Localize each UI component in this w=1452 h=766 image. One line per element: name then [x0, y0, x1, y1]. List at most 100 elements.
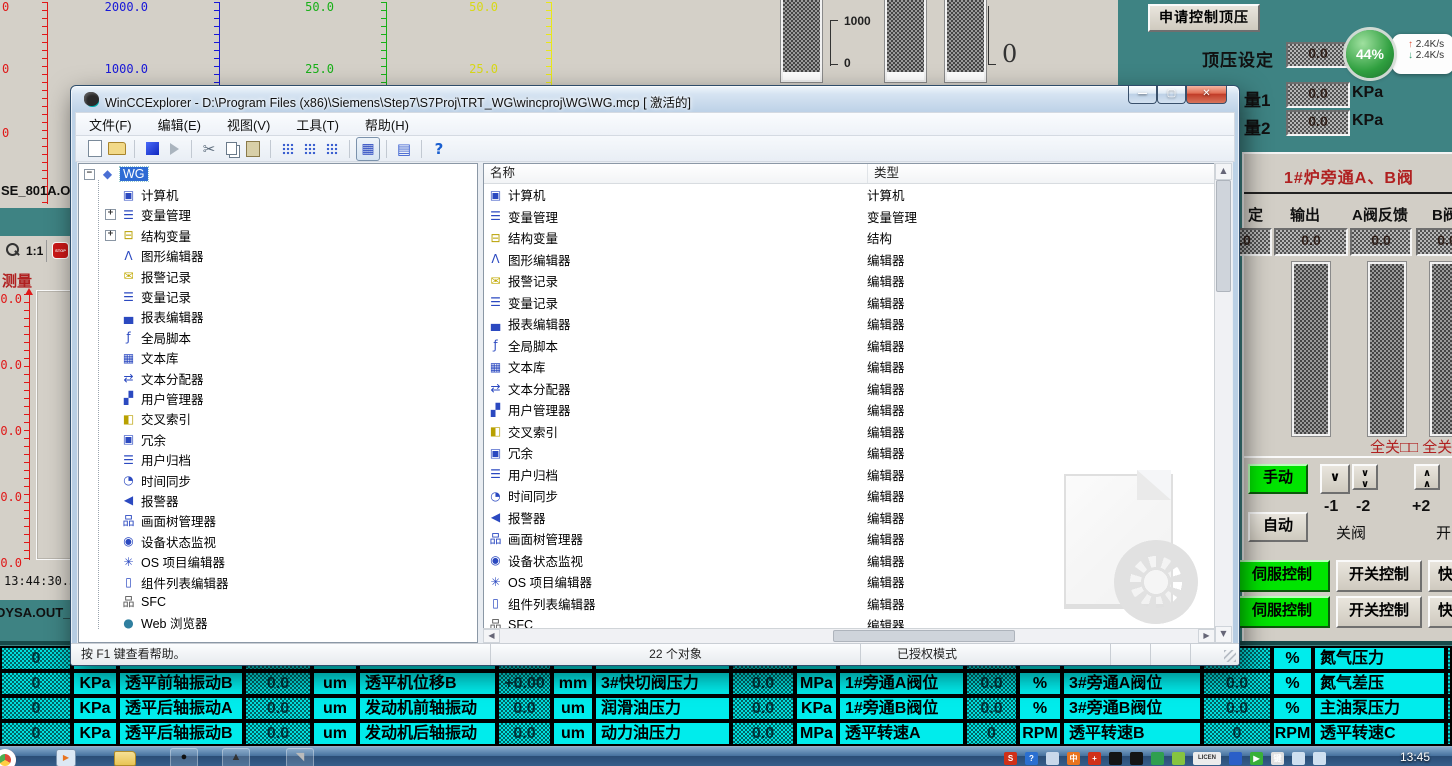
- graphics-app-button[interactable]: ▲: [222, 748, 250, 766]
- play-icon[interactable]: [163, 139, 185, 159]
- scroll-up-icon[interactable]: ▲: [1215, 163, 1232, 180]
- network-tray-icon[interactable]: [1313, 752, 1326, 765]
- list-row-7[interactable]: ƒ全局脚本编辑器: [484, 335, 1214, 357]
- tree-item-15[interactable]: ◀报警器: [79, 490, 477, 510]
- chrome-icon[interactable]: [0, 749, 16, 766]
- list-row-4[interactable]: ✉报警记录编辑器: [484, 270, 1214, 292]
- close-button[interactable]: ✕: [1186, 86, 1227, 104]
- tree-item-1[interactable]: +☰变量管理: [79, 205, 477, 225]
- license-tray-icon[interactable]: LICEN: [1193, 752, 1221, 765]
- fast-open-button-2[interactable]: 快开: [1428, 596, 1452, 628]
- media-player-icon[interactable]: ▶: [56, 749, 76, 766]
- scroll-left-icon[interactable]: ◀: [483, 629, 500, 643]
- nav-tray-icon[interactable]: [1172, 752, 1185, 765]
- request-top-pressure-button[interactable]: 申请控制顶压: [1148, 4, 1260, 32]
- list-header[interactable]: 名称 类型: [484, 164, 1214, 184]
- properties-icon[interactable]: ▤: [393, 139, 415, 159]
- help-tray-icon[interactable]: ?: [1025, 752, 1038, 765]
- play-tray-icon[interactable]: ▶: [1250, 752, 1263, 765]
- list-row-5[interactable]: ☰变量记录编辑器: [484, 292, 1214, 314]
- switch-control-button-2[interactable]: 开关控制: [1336, 596, 1422, 628]
- list-row-8[interactable]: ▦文本库编辑器: [484, 356, 1214, 378]
- column-header-type[interactable]: 类型: [868, 164, 1214, 183]
- star-tray-icon[interactable]: +: [1088, 752, 1101, 765]
- cascade-icon[interactable]: [277, 139, 299, 159]
- tree-item-14[interactable]: ◔时间同步: [79, 470, 477, 490]
- copy-icon[interactable]: [220, 139, 242, 159]
- page-app-button[interactable]: ◥: [286, 748, 314, 766]
- tree-item-10[interactable]: ▞用户管理器: [79, 388, 477, 408]
- tree-item-12[interactable]: ▣冗余: [79, 429, 477, 449]
- tree-item-7[interactable]: ƒ全局脚本: [79, 327, 477, 347]
- tree-item-21[interactable]: ●Web 浏览器: [79, 613, 477, 633]
- grid-view-icon[interactable]: ▦: [356, 137, 380, 161]
- fast-open-button-1[interactable]: 快开: [1428, 560, 1452, 592]
- menu-item-4[interactable]: 帮助(H): [352, 115, 422, 134]
- tree-item-5[interactable]: ☰变量记录: [79, 286, 477, 306]
- tree-item-2[interactable]: +⊟结构变量: [79, 225, 477, 245]
- folder-icon[interactable]: [114, 751, 136, 766]
- wincc-app-button[interactable]: ●: [170, 748, 198, 766]
- menu-item-2[interactable]: 视图(V): [214, 115, 283, 134]
- new-icon[interactable]: [84, 139, 106, 159]
- maximize-button[interactable]: ▢: [1157, 86, 1186, 104]
- list-row-0[interactable]: ▣计算机计算机: [484, 184, 1214, 206]
- tree-item-0[interactable]: ▣计算机: [79, 184, 477, 204]
- qq-tray-icon[interactable]: [1109, 752, 1122, 765]
- tree-item-20[interactable]: 品SFC: [79, 592, 477, 612]
- vscroll-thumb[interactable]: [1216, 180, 1231, 292]
- horizontal-scrollbar[interactable]: ◀ ▶: [483, 628, 1215, 643]
- step-down2-button[interactable]: ∨∨: [1352, 464, 1378, 490]
- list-row-10[interactable]: ▞用户管理器编辑器: [484, 399, 1214, 421]
- details-icon[interactable]: [321, 139, 343, 159]
- vertical-scrollbar[interactable]: ▲ ▼: [1214, 163, 1232, 643]
- minimize-button[interactable]: —: [1128, 86, 1157, 104]
- cut-icon[interactable]: ✂: [198, 139, 220, 159]
- tree-item-root[interactable]: −◆WG: [79, 164, 477, 184]
- tree-item-4[interactable]: ✉报警记录: [79, 266, 477, 286]
- open-icon[interactable]: [106, 139, 128, 159]
- taskbar-clock[interactable]: 13:45: [1400, 750, 1430, 764]
- expand-icon[interactable]: +: [105, 230, 116, 241]
- menu-item-0[interactable]: 文件(F): [76, 115, 145, 134]
- qq2-tray-icon[interactable]: [1130, 752, 1143, 765]
- tree-item-6[interactable]: ▄报表编辑器: [79, 307, 477, 327]
- scatter-icon[interactable]: [299, 139, 321, 159]
- restore-window-tray-icon[interactable]: [1046, 752, 1059, 765]
- tree-item-13[interactable]: ☰用户归档: [79, 449, 477, 469]
- list-row-11[interactable]: ◧交叉索引编辑器: [484, 421, 1214, 443]
- step-down-button[interactable]: ∨: [1320, 464, 1350, 494]
- help-icon[interactable]: ?: [428, 139, 450, 159]
- paste-icon[interactable]: [242, 139, 264, 159]
- tree-item-18[interactable]: ✳OS 项目编辑器: [79, 551, 477, 571]
- menu-item-3[interactable]: 工具(T): [283, 115, 352, 134]
- servo-control-button-1[interactable]: 伺服控制: [1234, 560, 1330, 592]
- manual-button[interactable]: 手动: [1248, 464, 1308, 494]
- zoom-ratio[interactable]: 1:1: [26, 244, 43, 258]
- net-speed-widget[interactable]: ↑ 2.4K/s ↓ 2.4K/s: [1392, 34, 1452, 74]
- stop-icon[interactable]: STOP: [52, 242, 69, 259]
- tree-item-17[interactable]: ◉设备状态监视: [79, 531, 477, 551]
- tree-item-8[interactable]: ▦文本库: [79, 348, 477, 368]
- resize-grip[interactable]: [1224, 650, 1236, 662]
- collapse-icon[interactable]: −: [84, 169, 95, 180]
- title-bar[interactable]: WinCCExplorer - D:\Program Files (x86)\S…: [71, 86, 1239, 112]
- expand-icon[interactable]: +: [105, 209, 116, 220]
- list-row-9[interactable]: ⇄文本分配器编辑器: [484, 378, 1214, 400]
- volume-tray-icon[interactable]: [1292, 752, 1305, 765]
- net-percent-badge[interactable]: 44%: [1346, 30, 1394, 78]
- s-app-tray-icon[interactable]: S: [1004, 752, 1017, 765]
- tree-item-19[interactable]: ▯组件列表编辑器: [79, 572, 477, 592]
- list-row-3[interactable]: Λ图形编辑器编辑器: [484, 249, 1214, 271]
- green-tray-icon[interactable]: [1151, 752, 1164, 765]
- tree-item-3[interactable]: Λ图形编辑器: [79, 246, 477, 266]
- blue-tray-icon[interactable]: [1229, 752, 1242, 765]
- stop-icon[interactable]: [141, 139, 163, 159]
- column-header-name[interactable]: 名称: [484, 164, 868, 183]
- list-row-2[interactable]: ⊟结构变量结构: [484, 227, 1214, 249]
- auto-button[interactable]: 自动: [1248, 512, 1308, 542]
- switch-control-button-1[interactable]: 开关控制: [1336, 560, 1422, 592]
- tree-item-11[interactable]: ◧交叉索引: [79, 409, 477, 429]
- tree-item-16[interactable]: 品画面树管理器: [79, 511, 477, 531]
- list-row-1[interactable]: ☰变量管理变量管理: [484, 206, 1214, 228]
